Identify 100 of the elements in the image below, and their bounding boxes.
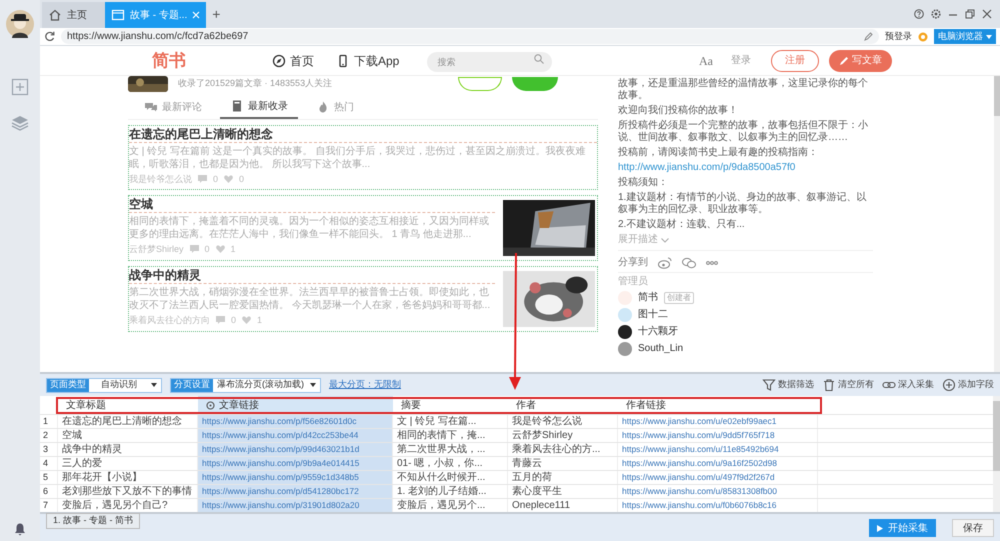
article-summary: 第二次世界大战，硝烟弥漫在全世界。法兰西早早的被普鲁士占领。即使如此，也改灭不了法兰西人民一腔爱国热情。 今天凯瑟琳一个人在家，爸爸妈妈和哥哥都... bbox=[129, 286, 492, 312]
row-number: 3 bbox=[40, 443, 58, 456]
help-icon[interactable] bbox=[914, 9, 924, 19]
font-size-toggle[interactable]: Aa bbox=[699, 52, 713, 70]
role-badge: 创建者 bbox=[664, 292, 694, 304]
share-label: 分享到 bbox=[618, 257, 648, 269]
feed-tab[interactable]: 最新收录 bbox=[220, 95, 298, 119]
max-pages-link[interactable]: 最大分页：无限制 bbox=[329, 378, 401, 392]
table-cell: https://www.jianshu.com/p/31901d802a20 bbox=[198, 499, 393, 512]
table-cell: 变脸后，遇见另个... bbox=[393, 499, 508, 512]
row-number: 6 bbox=[40, 485, 58, 498]
article-card[interactable]: 在遗忘的尾巴上清晰的想念 文 | 铃兒 写在篇前 这是一个真实的故事。 自我们分手后，我哭过，悲伤过，甚至因之崩溃过。我夜夜难眠，听歌落泪，也都是因为他。 所以我写下这个故事... 我是铃爷怎么说 0 0 bbox=[128, 125, 598, 190]
like-count: 1 bbox=[230, 243, 236, 255]
article-title[interactable]: 战争中的精灵 bbox=[129, 267, 495, 284]
weibo-icon[interactable] bbox=[658, 257, 672, 269]
table-cell: https://www.jianshu.com/p/9559c1d348b5 bbox=[198, 471, 393, 484]
task-tab[interactable]: 1. 故事 - 专题 - 简书 bbox=[46, 513, 140, 529]
article-title[interactable]: 在遗忘的尾巴上清晰的想念 bbox=[129, 126, 597, 143]
row-number: 1 bbox=[40, 415, 58, 428]
table-cell: https://www.jianshu.com/u/f0b6076b8c16 bbox=[618, 499, 818, 512]
close-icon[interactable] bbox=[982, 9, 992, 19]
table-cell: 相同的表情下，掩... bbox=[393, 429, 508, 442]
bell-icon[interactable] bbox=[13, 522, 27, 536]
more-icon[interactable] bbox=[706, 261, 718, 265]
nav-link[interactable]: 首页 bbox=[272, 52, 314, 70]
prelogin-link[interactable]: 预登录 bbox=[885, 30, 912, 44]
table-cell: https://www.jianshu.com/u/11e85492b694 bbox=[618, 443, 818, 456]
layers-icon[interactable] bbox=[11, 114, 29, 132]
row-number: 2 bbox=[40, 429, 58, 442]
table-cell: https://www.jianshu.com/p/d42cc253be44 bbox=[198, 429, 393, 442]
row-number: 4 bbox=[40, 457, 58, 470]
add-icon bbox=[942, 378, 956, 392]
description-text: 欢迎向我们投稿你的故事！ bbox=[618, 105, 739, 117]
comment-count: 0 bbox=[213, 173, 218, 185]
wechat-icon[interactable] bbox=[682, 257, 696, 269]
avatar-icon[interactable] bbox=[6, 10, 34, 38]
table-cell: https://www.jianshu.com/p/99d463021b1d bbox=[198, 443, 393, 456]
admins-label: 管理员 bbox=[618, 276, 649, 288]
url-text: https://www.jianshu.com/c/fcd7a62be697 bbox=[67, 30, 248, 44]
window-icon bbox=[111, 8, 125, 22]
comment-icon bbox=[190, 245, 199, 253]
comment-icon bbox=[216, 316, 225, 324]
notice-text: 2.不建议题材：连载、只有... bbox=[618, 219, 746, 231]
add-page-icon[interactable] bbox=[11, 78, 29, 96]
table-cell: https://www.jianshu.com/u/497f9d2f267d bbox=[618, 471, 818, 484]
table-cell: https://www.jianshu.com/p/9b9a4e014415 bbox=[198, 457, 393, 470]
heart-icon bbox=[216, 245, 225, 253]
save-button[interactable]: 保存 bbox=[952, 519, 994, 537]
table-cell: https://www.jianshu.com/u/e02ebf99aec1 bbox=[618, 415, 818, 428]
play-icon bbox=[877, 524, 883, 532]
restore-icon[interactable] bbox=[965, 9, 975, 19]
toolbar-button[interactable]: 数据筛选 bbox=[762, 378, 814, 392]
table-cell: 青藤云 bbox=[508, 457, 618, 470]
admin-name[interactable]: 十六颗牙 bbox=[638, 326, 678, 338]
search-field[interactable]: 搜索 bbox=[427, 52, 552, 72]
table-cell: Oneplece111 bbox=[508, 499, 618, 512]
reload-icon[interactable] bbox=[44, 31, 55, 42]
follow-button[interactable] bbox=[512, 77, 558, 91]
search-icon bbox=[534, 54, 544, 64]
table-cell: 乘着风去往心的方... bbox=[508, 443, 618, 456]
toolbar-button[interactable]: 深入采集 bbox=[882, 378, 934, 392]
comment-count: 0 bbox=[231, 314, 236, 326]
caret-icon bbox=[986, 34, 992, 38]
new-tab-button[interactable]: + bbox=[206, 6, 226, 22]
table-cell: 文 | 铃兒 写在篇... bbox=[393, 415, 508, 428]
browser-tab[interactable]: 主页 bbox=[42, 2, 105, 28]
article-card[interactable]: 战争中的精灵 第二次世界大战，硝烟弥漫在全世界。法兰西早早的被普鲁士占领。即使如此，也改灭不了法兰西人民一腔爱国热情。 今天凯瑟琳一个人在家，爸爸妈妈和哥哥都... 乘着风去往心的方向 0 1 bbox=[128, 266, 598, 332]
table-cell: 素心度平生 bbox=[508, 485, 618, 498]
column-header[interactable]: 文章标题 bbox=[58, 396, 198, 414]
column-header[interactable]: 作者 bbox=[508, 396, 618, 414]
table-cell: https://www.jianshu.com/p/f56e82601d0c bbox=[198, 415, 393, 428]
admin-name[interactable]: 简书 bbox=[638, 292, 658, 304]
trash-icon bbox=[822, 378, 836, 392]
address-field[interactable]: https://www.jianshu.com/c/fcd7a62be697 bbox=[61, 29, 879, 44]
scrollbar-thumb[interactable] bbox=[993, 401, 1000, 471]
article-title[interactable]: 空城 bbox=[129, 196, 495, 213]
home-icon bbox=[48, 8, 62, 22]
subscribe-button[interactable] bbox=[458, 77, 502, 91]
row-number: 7 bbox=[40, 499, 58, 512]
column-header[interactable]: 摘要 bbox=[393, 396, 508, 414]
scrollbar-thumb[interactable] bbox=[994, 76, 1000, 116]
admin-name[interactable]: South_Lin bbox=[638, 343, 684, 355]
table-cell: https://www.jianshu.com/u/85831308fb00 bbox=[618, 485, 818, 498]
comment-icon bbox=[198, 175, 207, 183]
pencil-icon[interactable] bbox=[864, 32, 873, 41]
table-cell: 云舒梦Shirley bbox=[508, 429, 618, 442]
avatar-icon[interactable] bbox=[618, 325, 632, 339]
toolbar-button[interactable]: 清空所有 bbox=[822, 378, 874, 392]
notice-text: 投稿须知： bbox=[618, 177, 669, 189]
article-card[interactable]: 空城 相同的表情下，掩盖着不同的灵魂。因为一个相似的姿态互相接近，又因为同样或更多的理由远离。在茫茫人海中，我们像鱼一样不能回头。 1 青鸟 他走进那... 云舒梦Shirley 0 1 bbox=[128, 195, 598, 261]
table-cell: https://www.jianshu.com/u/9a16f2502d98 bbox=[618, 457, 818, 470]
admin-name[interactable]: 图十二 bbox=[638, 309, 668, 321]
toolbar-button[interactable]: 添加字段 bbox=[942, 378, 994, 392]
coin-icon[interactable] bbox=[918, 32, 928, 42]
table-cell: 五月的荷 bbox=[508, 471, 618, 484]
nav-link[interactable]: 下载App bbox=[336, 52, 400, 70]
settings-icon[interactable] bbox=[931, 9, 941, 19]
column-header[interactable]: 作者链接 bbox=[618, 396, 818, 414]
like-count: 1 bbox=[257, 314, 262, 326]
table-cell: 我是铃爷怎么说 bbox=[508, 415, 618, 428]
